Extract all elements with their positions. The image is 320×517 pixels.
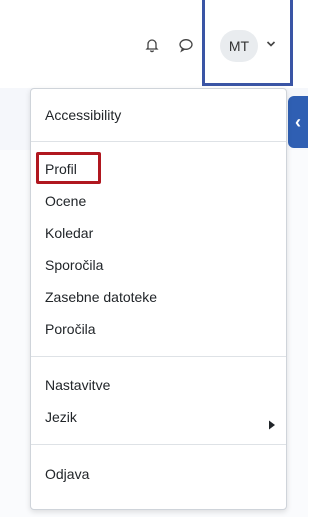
top-navbar: MT bbox=[0, 0, 308, 86]
caret-right-icon bbox=[269, 420, 275, 430]
menu-item-koledar[interactable]: Koledar bbox=[45, 224, 93, 242]
menu-divider bbox=[31, 444, 286, 445]
avatar[interactable]: MT bbox=[220, 30, 258, 62]
menu-item-ocene[interactable]: Ocene bbox=[45, 192, 86, 210]
profil-highlight-box bbox=[36, 152, 101, 184]
user-dropdown-menu: Accessibility Profil Ocene Koledar Sporo… bbox=[30, 88, 287, 510]
chat-bubble-icon[interactable] bbox=[176, 34, 196, 56]
bell-icon[interactable] bbox=[142, 34, 162, 56]
menu-item-odjava[interactable]: Odjava bbox=[45, 465, 89, 483]
menu-item-sporocila[interactable]: Sporočila bbox=[45, 256, 103, 274]
menu-item-accessibility[interactable]: Accessibility bbox=[45, 106, 121, 124]
chevron-left-icon[interactable]: ‹ bbox=[288, 96, 308, 148]
menu-item-nastavitve[interactable]: Nastavitve bbox=[45, 376, 110, 394]
menu-item-jezik[interactable]: Jezik bbox=[45, 408, 77, 426]
chevron-down-icon[interactable] bbox=[265, 38, 277, 50]
menu-item-zasebne-datoteke[interactable]: Zasebne datoteke bbox=[45, 288, 157, 306]
menu-item-porocila[interactable]: Poročila bbox=[45, 320, 96, 338]
menu-divider bbox=[31, 356, 286, 357]
menu-divider bbox=[31, 141, 286, 142]
